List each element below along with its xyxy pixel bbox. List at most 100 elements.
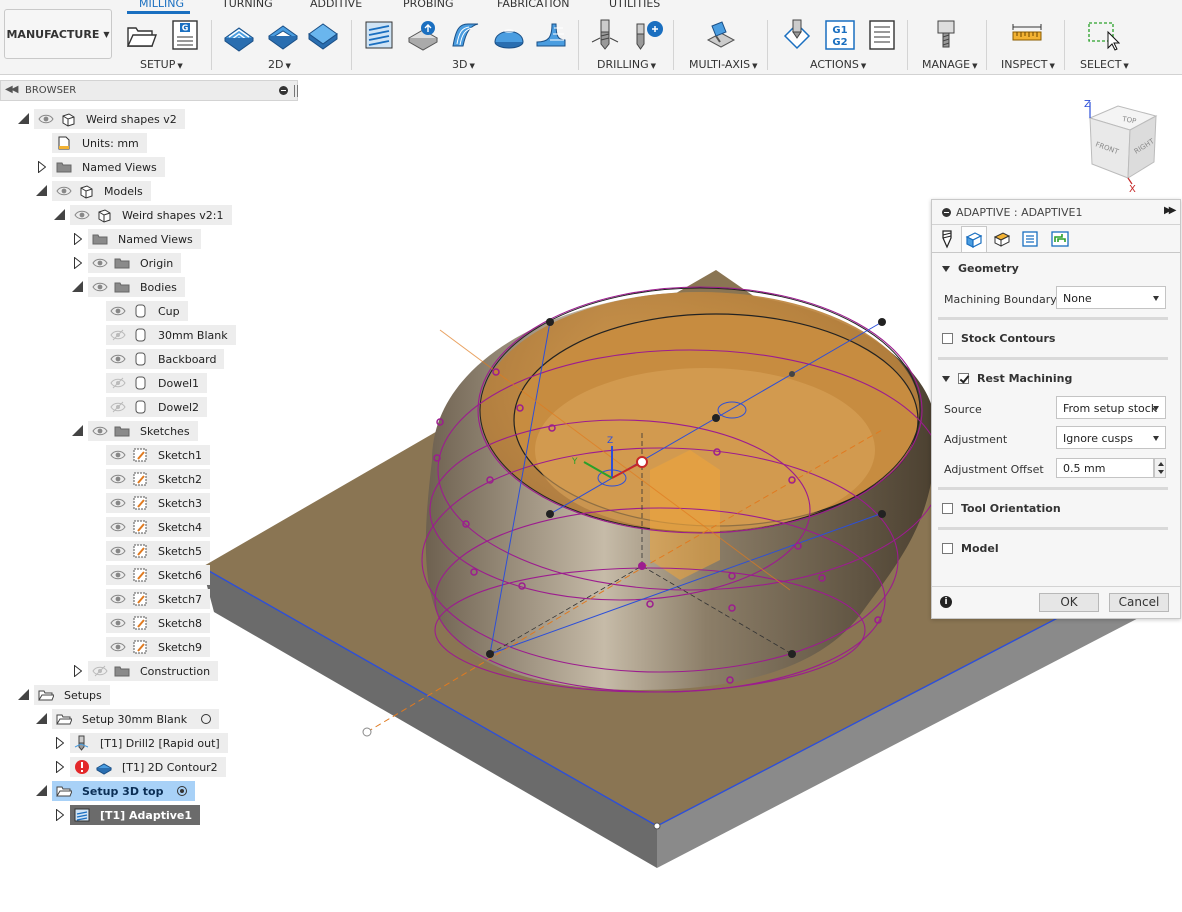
source-select[interactable]: From setup stock bbox=[1056, 396, 1166, 419]
eye-hidden-icon[interactable] bbox=[110, 327, 126, 343]
browser-item[interactable]: Origin bbox=[88, 253, 182, 273]
minimize-icon[interactable] bbox=[279, 86, 288, 95]
adjustment-select[interactable]: Ignore cusps bbox=[1056, 426, 1166, 449]
eye-icon[interactable] bbox=[92, 279, 108, 295]
group-drilling[interactable]: DRILLING ▼ bbox=[597, 58, 656, 71]
dialog-tab-tool[interactable] bbox=[934, 226, 960, 252]
eye-icon[interactable] bbox=[56, 183, 72, 199]
browser-item[interactable]: Sketch5 bbox=[106, 541, 211, 561]
collapse-toggle-icon[interactable] bbox=[18, 113, 29, 124]
group-2d[interactable]: 2D ▼ bbox=[268, 58, 291, 71]
3d-radial-icon[interactable] bbox=[492, 18, 526, 52]
browser-item[interactable]: Backboard bbox=[106, 349, 225, 369]
post-process-icon[interactable]: G1 G2 bbox=[823, 18, 857, 52]
browser-item[interactable]: Setup 3D top bbox=[52, 781, 196, 801]
group-3d[interactable]: 3D ▼ bbox=[452, 58, 475, 71]
eye-icon[interactable] bbox=[92, 423, 108, 439]
browser-item[interactable]: Models bbox=[52, 181, 151, 201]
eye-icon[interactable] bbox=[110, 495, 126, 511]
collapse-toggle-icon[interactable] bbox=[36, 785, 47, 796]
3d-pocket-clearing-icon[interactable] bbox=[406, 18, 440, 52]
new-setup-icon[interactable] bbox=[124, 18, 158, 52]
expand-toggle-icon[interactable] bbox=[74, 233, 82, 245]
view-cube[interactable]: Z X TOP FRONT RIGHT bbox=[1070, 96, 1170, 196]
eye-icon[interactable] bbox=[110, 303, 126, 319]
browser-item[interactable]: [T1] Drill2 [Rapid out] bbox=[70, 733, 228, 753]
dialog-tab-passes[interactable] bbox=[1017, 226, 1043, 252]
browser-item[interactable]: Weird shapes v2:1 bbox=[70, 205, 232, 225]
minimize-icon[interactable] bbox=[942, 208, 951, 217]
tool-library-icon[interactable] bbox=[929, 18, 963, 52]
collapse-toggle-icon[interactable] bbox=[36, 713, 47, 724]
expand-toggle-icon[interactable] bbox=[74, 665, 82, 677]
browser-item[interactable]: Sketch2 bbox=[106, 469, 211, 489]
browser-item[interactable]: Dowel1 bbox=[106, 373, 208, 393]
collapse-toggle-icon[interactable] bbox=[72, 425, 83, 436]
tool-orientation-checkbox[interactable] bbox=[942, 503, 953, 514]
browser-item[interactable]: Sketch9 bbox=[106, 637, 211, 657]
dialog-tab-geometry[interactable] bbox=[961, 226, 987, 253]
ok-button[interactable]: OK bbox=[1039, 593, 1099, 612]
browser-item[interactable]: Sketch7 bbox=[106, 589, 211, 609]
info-icon[interactable]: i bbox=[940, 596, 952, 608]
browser-item[interactable]: Sketch1 bbox=[106, 445, 211, 465]
tab-turning[interactable]: TURNING bbox=[222, 0, 273, 10]
expand-toggle-icon[interactable] bbox=[56, 761, 64, 773]
eye-icon[interactable] bbox=[110, 471, 126, 487]
3d-adaptive-icon[interactable] bbox=[362, 18, 396, 52]
2d-face-icon[interactable] bbox=[306, 18, 340, 52]
active-setup-radio-icon[interactable] bbox=[177, 786, 188, 796]
browser-item[interactable]: Sketch4 bbox=[106, 517, 211, 537]
browser-item[interactable]: [T1] Adaptive1 bbox=[70, 805, 201, 825]
tab-utilities[interactable]: UTILITIES bbox=[609, 0, 660, 10]
collapse-browser-icon[interactable]: ◀◀ bbox=[5, 84, 18, 95]
eye-hidden-icon[interactable] bbox=[110, 399, 126, 415]
3d-contour-icon[interactable] bbox=[534, 18, 568, 52]
collapse-toggle-icon[interactable] bbox=[72, 281, 83, 292]
collapse-toggle-icon[interactable] bbox=[54, 209, 65, 220]
section-stock-contours[interactable]: Stock Contours bbox=[942, 332, 1055, 345]
multi-axis-icon[interactable] bbox=[704, 18, 738, 52]
group-inspect[interactable]: INSPECT ▼ bbox=[1001, 58, 1055, 71]
model-checkbox[interactable] bbox=[942, 543, 953, 554]
tab-milling[interactable]: MILLING bbox=[139, 0, 184, 10]
2d-pocket-icon[interactable] bbox=[266, 18, 300, 52]
browser-item[interactable]: Sketch8 bbox=[106, 613, 211, 633]
dialog-tab-heights[interactable] bbox=[989, 226, 1015, 252]
browser-item[interactable]: [T1] 2D Contour2 bbox=[70, 757, 226, 777]
section-model[interactable]: Model bbox=[942, 542, 999, 555]
adjustment-offset-input[interactable]: 0.5 mm bbox=[1056, 458, 1154, 478]
stock-contours-checkbox[interactable] bbox=[942, 333, 953, 344]
tab-additive[interactable]: ADDITIVE bbox=[310, 0, 362, 10]
collapse-toggle-icon[interactable] bbox=[36, 185, 47, 196]
browser-item[interactable]: Named Views bbox=[52, 157, 165, 177]
browser-item[interactable]: Construction bbox=[88, 661, 219, 681]
group-multi-axis[interactable]: MULTI-AXIS ▼ bbox=[689, 58, 758, 71]
3d-steep-shallow-icon[interactable] bbox=[448, 18, 482, 52]
group-manage[interactable]: MANAGE ▼ bbox=[922, 58, 977, 71]
browser-item[interactable]: Weird shapes v2 bbox=[34, 109, 185, 129]
setup-sheet-icon[interactable] bbox=[865, 18, 899, 52]
expand-toggle-icon[interactable] bbox=[38, 161, 46, 173]
browser-item[interactable]: Bodies bbox=[88, 277, 185, 297]
eye-icon[interactable] bbox=[92, 255, 108, 271]
expand-toggle-icon[interactable] bbox=[56, 737, 64, 749]
cancel-button[interactable]: Cancel bbox=[1109, 593, 1169, 612]
section-rest-machining[interactable]: Rest Machining bbox=[942, 372, 1072, 385]
measure-icon[interactable] bbox=[1010, 18, 1044, 52]
section-geometry[interactable]: Geometry bbox=[942, 262, 1019, 275]
eye-icon[interactable] bbox=[110, 639, 126, 655]
tab-fabrication[interactable]: FABRICATION bbox=[497, 0, 569, 10]
browser-item[interactable]: Dowel2 bbox=[106, 397, 208, 417]
browser-item[interactable]: Sketch3 bbox=[106, 493, 211, 513]
dialog-titlebar[interactable]: ADAPTIVE : ADAPTIVE1 ▶▶ bbox=[932, 200, 1180, 225]
drill-options-icon[interactable] bbox=[632, 18, 666, 52]
simulate-icon[interactable] bbox=[780, 18, 814, 52]
browser-item[interactable]: Sketches bbox=[88, 421, 198, 441]
drill-icon[interactable] bbox=[588, 18, 622, 52]
section-tool-orientation[interactable]: Tool Orientation bbox=[942, 502, 1061, 515]
setup-radio-icon[interactable] bbox=[201, 714, 212, 724]
pin-icon[interactable] bbox=[294, 85, 298, 97]
adjustment-offset-stepper[interactable] bbox=[1154, 458, 1166, 478]
browser-item[interactable]: Units: mm bbox=[52, 133, 147, 153]
